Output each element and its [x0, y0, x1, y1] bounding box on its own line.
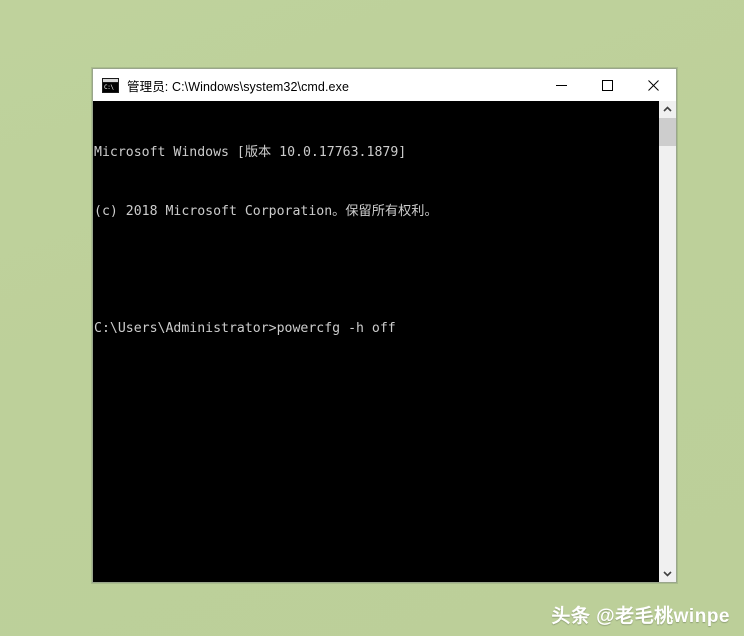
- scrollbar-down-button[interactable]: [659, 565, 676, 582]
- minimize-icon: [555, 84, 567, 86]
- console-output[interactable]: Microsoft Windows [版本 10.0.17763.1879] (…: [93, 101, 658, 582]
- close-button[interactable]: [630, 69, 676, 101]
- chevron-up-icon: [663, 106, 672, 112]
- minimize-button[interactable]: [538, 69, 584, 101]
- console-line: (c) 2018 Microsoft Corporation。保留所有权利。: [94, 203, 438, 219]
- console-line: Microsoft Windows [版本 10.0.17763.1879]: [94, 145, 407, 160]
- cmd-icon-screen: C:\: [103, 82, 118, 92]
- maximize-icon: [601, 79, 613, 91]
- chevron-down-icon: [663, 571, 672, 577]
- scrollbar-up-button[interactable]: [659, 101, 676, 118]
- watermark: 头条 @老毛桃winpe: [551, 606, 730, 627]
- title-bar[interactable]: C:\ 管理员: C:\Windows\system32\cmd.exe: [93, 69, 676, 101]
- scrollbar-thumb[interactable]: [659, 118, 676, 146]
- console-line: C:\Users\Administrator>powercfg -h off: [94, 320, 396, 336]
- close-icon: [647, 79, 659, 91]
- maximize-button[interactable]: [584, 69, 630, 101]
- cmd-icon: C:\: [102, 77, 119, 93]
- console-area[interactable]: Microsoft Windows [版本 10.0.17763.1879] (…: [93, 101, 676, 582]
- scrollbar-track[interactable]: [659, 118, 676, 565]
- window-title: 管理员: C:\Windows\system32\cmd.exe: [127, 79, 350, 94]
- console-scrollbar[interactable]: [658, 101, 676, 582]
- command-prompt-window: C:\ 管理员: C:\Windows\system32\cmd.exe Mic…: [92, 68, 677, 583]
